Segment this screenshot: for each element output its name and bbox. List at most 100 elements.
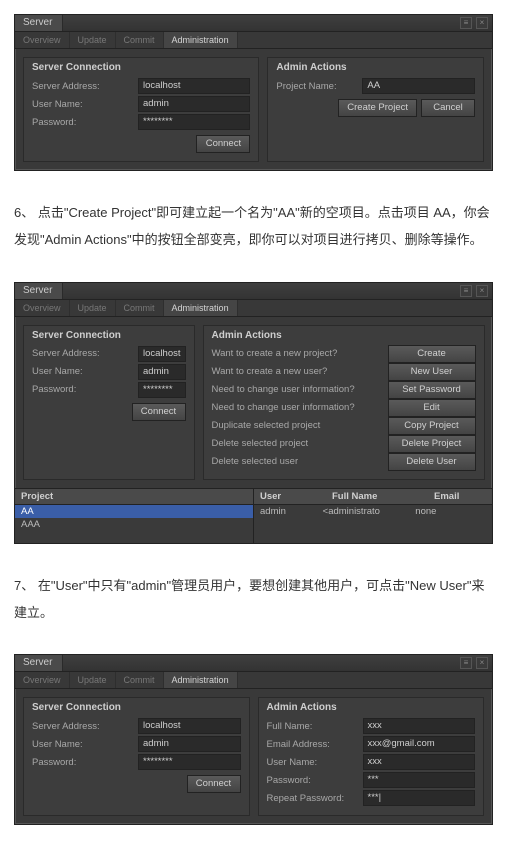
step-7-text: 7、 在"User"中只有"admin"管理员用户，要想创建其他用户，可点击"N… [14,572,493,627]
panel-tabs: Overview Update Commit Administration [15,672,492,689]
project-name-label: Project Name: [276,81,356,92]
window-menu-icon[interactable]: ≡ [460,285,472,297]
connect-button[interactable]: Connect [196,135,250,153]
password-label: Password: [32,117,132,128]
tab-administration[interactable]: Administration [164,300,238,316]
admin-actions-group: Admin Actions Want to create a new proje… [203,325,485,480]
admin-actions-legend: Admin Actions [267,700,476,717]
cancel-button[interactable]: Cancel [421,99,475,117]
user-list-header-user: User [254,489,326,504]
server-connection-group: Server Connection Server Address: localh… [23,697,250,816]
copy-project-button[interactable]: Copy Project [388,417,476,435]
tab-update[interactable]: Update [70,300,116,316]
server-connection-group: Server Connection Server Address: localh… [23,325,195,480]
server-address-label: Server Address: [32,81,132,92]
server-panel-3: Server ≡ × Overview Update Commit Admini… [14,654,493,825]
email-label: Email Address: [267,739,357,750]
admin-actions-group: Admin Actions Full Name: xxx Email Addre… [258,697,485,816]
panel-tabs: Overview Update Commit Administration [15,32,492,49]
password-input[interactable]: ******** [138,114,250,130]
user-list: User Full Name Email admin <administrato… [254,489,492,543]
aa-q: Need to change user information? [212,384,382,395]
user-item-email: none [415,506,436,517]
tab-commit[interactable]: Commit [116,672,164,688]
tab-update[interactable]: Update [70,672,116,688]
fullname-input[interactable]: xxx [363,718,476,734]
server-address-input[interactable]: localhost [138,346,186,362]
delete-project-button[interactable]: Delete Project [388,435,476,453]
window-close-icon[interactable]: × [476,285,488,297]
aa-q: Duplicate selected project [212,420,382,431]
step-6-text: 6、 点击"Create Project"即可建立起一个名为"AA"新的空项目。… [14,199,493,254]
user-name-label: User Name: [32,99,132,110]
new-user-button[interactable]: New User [388,363,476,381]
create-button[interactable]: Create [388,345,476,363]
tab-update[interactable]: Update [70,32,116,48]
user-item-fullname: <administrato [323,506,413,517]
server-connection-legend: Server Connection [32,700,241,717]
tab-overview[interactable]: Overview [15,32,70,48]
tab-commit[interactable]: Commit [116,300,164,316]
panel-title: Server [15,655,63,671]
password-label: Password: [32,757,132,768]
email-input[interactable]: xxx@gmail.com [363,736,476,752]
new-password-input[interactable]: *** [363,772,476,788]
title-bar: Server ≡ × [15,15,492,32]
admin-actions-legend: Admin Actions [276,60,475,77]
admin-actions-legend: Admin Actions [212,328,476,345]
create-project-button[interactable]: Create Project [338,99,417,117]
window-menu-icon[interactable]: ≡ [460,657,472,669]
tab-commit[interactable]: Commit [116,32,164,48]
repeat-password-input[interactable]: ***| [363,790,476,806]
title-bar: Server ≡ × [15,655,492,672]
tab-overview[interactable]: Overview [15,300,70,316]
window-menu-icon[interactable]: ≡ [460,17,472,29]
aa-q: Delete selected project [212,438,382,449]
panel-title: Server [15,283,63,299]
server-connection-group: Server Connection Server Address: localh… [23,57,259,162]
project-list-header: Project [15,489,59,504]
user-item-user: admin [260,506,320,517]
user-list-header-email: Email [428,489,465,504]
aa-q: Delete selected user [212,456,382,467]
tab-administration[interactable]: Administration [164,32,238,48]
window-close-icon[interactable]: × [476,17,488,29]
set-password-button[interactable]: Set Password [388,381,476,399]
server-address-input[interactable]: localhost [138,78,250,94]
project-item[interactable]: AAA [15,518,253,531]
password-input[interactable]: ******** [138,382,186,398]
connect-button[interactable]: Connect [187,775,241,793]
password-input[interactable]: ******** [138,754,241,770]
edit-button[interactable]: Edit [388,399,476,417]
aa-q: Need to change user information? [212,402,382,413]
server-panel-1: Server ≡ × Overview Update Commit Admini… [14,14,493,171]
server-panel-2: Server ≡ × Overview Update Commit Admini… [14,282,493,544]
user-name-input[interactable]: admin [138,96,250,112]
project-item[interactable]: AA [15,505,253,518]
tab-administration[interactable]: Administration [164,672,238,688]
server-connection-legend: Server Connection [32,328,186,345]
server-address-input[interactable]: localhost [138,718,241,734]
username-input[interactable]: xxx [363,754,476,770]
user-name-label: User Name: [32,739,132,750]
window-close-icon[interactable]: × [476,657,488,669]
panel-title: Server [15,15,63,31]
user-name-input[interactable]: admin [138,364,186,380]
user-name-label: User Name: [32,366,132,377]
tab-overview[interactable]: Overview [15,672,70,688]
user-list-header-fullname: Full Name [326,489,428,504]
password-label: Password: [32,384,132,395]
connect-button[interactable]: Connect [132,403,186,421]
server-address-label: Server Address: [32,721,132,732]
user-name-input[interactable]: admin [138,736,241,752]
project-list: Project AA AAA [15,489,254,543]
aa-q: Want to create a new project? [212,348,382,359]
user-item[interactable]: admin <administrato none [254,505,492,518]
server-connection-legend: Server Connection [32,60,250,77]
server-address-label: Server Address: [32,348,132,359]
project-name-input[interactable]: AA [362,78,475,94]
new-password-label: Password: [267,775,357,786]
delete-user-button[interactable]: Delete User [388,453,476,471]
admin-actions-group: Admin Actions Project Name: AA Create Pr… [267,57,484,162]
fullname-label: Full Name: [267,721,357,732]
